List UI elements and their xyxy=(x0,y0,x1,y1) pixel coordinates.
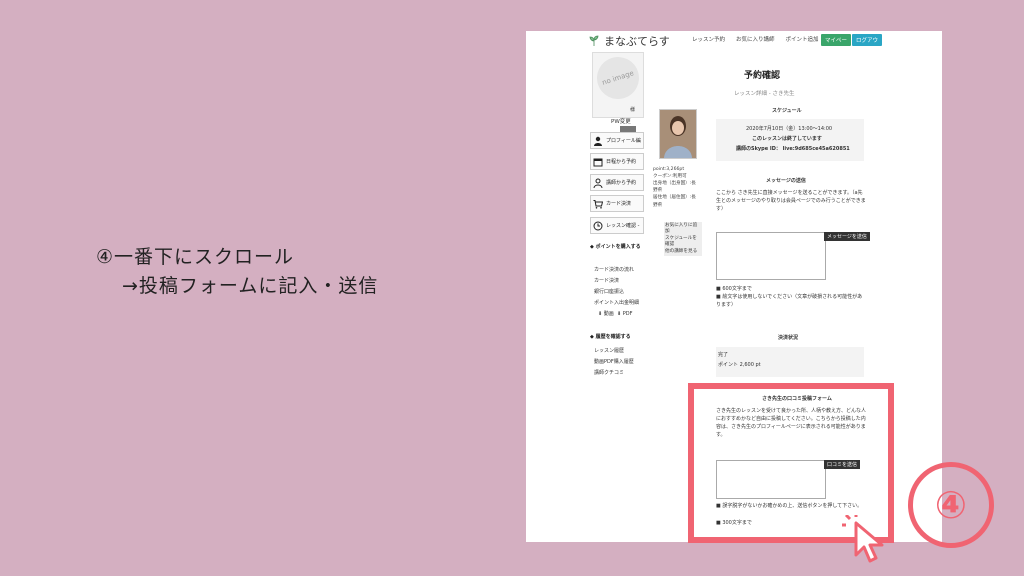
teacher-origin: 出身地（出身国）:長 xyxy=(653,181,696,187)
message-heading: メッセージの送信 xyxy=(766,178,806,184)
instruction-line-2: →投稿フォームに記入・送信 xyxy=(122,275,379,298)
download-pdf-link[interactable]: PDF xyxy=(623,311,633,317)
clock-icon xyxy=(593,221,603,230)
profile-edit-button[interactable]: プロフィール編 xyxy=(590,132,644,149)
message-description: ここから さき先生に直接メッセージを送ることができます。（a先生とのメッセージの… xyxy=(716,190,866,212)
sidebar-link-lesson-history[interactable]: レッスン履歴 xyxy=(594,347,624,354)
check-schedule-link[interactable]: スケジュールを確認 xyxy=(664,235,702,249)
card-payment-button[interactable]: カード決済 xyxy=(590,195,644,212)
payment-status: 完了 xyxy=(718,352,729,358)
teacher-info: point:3,266pt クーポン:利用可 出身地（出身国）:長 野県 居住地… xyxy=(653,166,709,209)
profile-edit-label: プロフィール編 xyxy=(606,138,641,144)
history-section-heading: ◆ 履歴を確認する xyxy=(590,334,631,340)
calendar-icon xyxy=(593,158,603,166)
avatar-suffix: 様 xyxy=(630,107,636,113)
payment-points: ポイント 2,600 pt xyxy=(718,362,761,368)
message-textarea[interactable] xyxy=(716,232,826,280)
user-icon xyxy=(594,136,602,146)
mypage-button[interactable]: マイペー xyxy=(821,34,852,46)
sidebar-link-purchase-history[interactable]: 動画PDF購入履歴 xyxy=(594,358,634,365)
schedule-status: このレッスンは終了しています xyxy=(752,136,822,142)
download-icon: ⬇ xyxy=(617,311,622,317)
instruction-text: ④一番下にスクロール →投稿フォームに記入・送信 xyxy=(96,243,378,302)
message-note-emoji: ■ 絵文字は使用しないでください（文章が破損される可能性があります） xyxy=(716,294,863,308)
download-video-link[interactable]: 動画 xyxy=(604,311,614,317)
other-teachers-link[interactable]: 他の講師を見る xyxy=(664,248,702,256)
points-section-heading: ◆ ポイントを購入する xyxy=(590,244,641,250)
download-links: ⬇ 動画 ⬇ PDF xyxy=(598,310,633,317)
history-heading-text: 履歴を確認する xyxy=(595,334,631,340)
teacher-points: point:3,266pt xyxy=(653,167,685,172)
instruction-line-1: ④一番下にスクロール xyxy=(96,246,295,268)
payment-box: 完了 ポイント 2,600 pt xyxy=(716,347,864,377)
card-payment-label: カード決済 xyxy=(606,201,632,207)
payment-heading: 決済状況 xyxy=(778,335,799,341)
book-by-date-label: 日程から予約 xyxy=(606,159,637,165)
send-message-button[interactable]: メッセージを送信 xyxy=(824,232,870,241)
download-icon: ⬇ xyxy=(598,311,603,317)
schedule-heading: スケジュール xyxy=(772,108,802,114)
teacher-portrait-icon xyxy=(660,110,696,158)
nav-lesson-booking[interactable]: レッスン予約 xyxy=(692,35,725,43)
teacher-residence: 居住地（居住国）:長 xyxy=(653,195,696,201)
step-badge: ④ xyxy=(908,462,994,548)
schedule-box: 2020年7月10日（金）13:00～14:00 このレッスンは終了しています … xyxy=(716,119,864,161)
site-logo[interactable]: まなぶてらす xyxy=(588,33,670,49)
message-note-length: ■ 600文字まで xyxy=(716,286,752,292)
page-title: 予約確認 xyxy=(744,71,781,81)
teacher-icon xyxy=(593,178,603,188)
logo-text: まなぶてらす xyxy=(604,35,670,48)
points-heading-text: ポイントを購入する xyxy=(595,244,641,250)
logout-button[interactable]: ログアウ xyxy=(852,34,883,46)
top-nav: レッスン予約 お気に入り講師 ポイント追加 xyxy=(692,35,819,43)
lesson-confirm-button[interactable]: レッスン確認 - xyxy=(590,217,644,234)
book-by-teacher-button[interactable]: 講師から予約 xyxy=(590,174,644,191)
pw-change-link[interactable]: PW変更 xyxy=(611,117,631,125)
lesson-confirm-label: レッスン確認 - xyxy=(606,223,640,229)
page-subtitle: レッスン詳細 - さき先生 xyxy=(734,91,795,97)
book-by-teacher-label: 講師から予約 xyxy=(606,180,637,186)
add-favorite-link[interactable]: お気に入りに追加 xyxy=(664,222,702,236)
sidebar-link-card-payment[interactable]: カード決済 xyxy=(594,277,619,284)
sprout-icon xyxy=(589,35,599,46)
schedule-date: 2020年7月10日（金）13:00～14:00 xyxy=(746,126,833,132)
teacher-coupon: クーポン:利用可 xyxy=(653,174,687,180)
skype-id: 講師のSkype ID： live:9d685ce45a620851 xyxy=(736,146,850,152)
sidebar-link-points-statement[interactable]: ポイント入出金明細 xyxy=(594,299,639,306)
teacher-residence-cont: 野県 xyxy=(653,202,663,208)
teacher-photo xyxy=(659,109,697,159)
book-by-date-button[interactable]: 日程から予約 xyxy=(590,153,644,170)
nav-favorite-teachers[interactable]: お気に入り講師 xyxy=(736,35,775,43)
sidebar-link-teacher-reviews[interactable]: 講師クチコミ xyxy=(594,369,624,376)
pointer-cursor-icon xyxy=(842,515,884,563)
user-avatar: no image xyxy=(591,51,645,133)
teacher-origin-cont: 野県 xyxy=(653,188,663,194)
nav-add-points[interactable]: ポイント追加 xyxy=(786,35,819,43)
sidebar-link-bank-transfer[interactable]: 銀行口座振込 xyxy=(594,288,624,295)
sidebar-link-card-flow[interactable]: カード決済の流れ xyxy=(594,266,634,273)
avatar-placeholder: no image xyxy=(591,51,645,105)
cart-icon xyxy=(593,199,603,209)
